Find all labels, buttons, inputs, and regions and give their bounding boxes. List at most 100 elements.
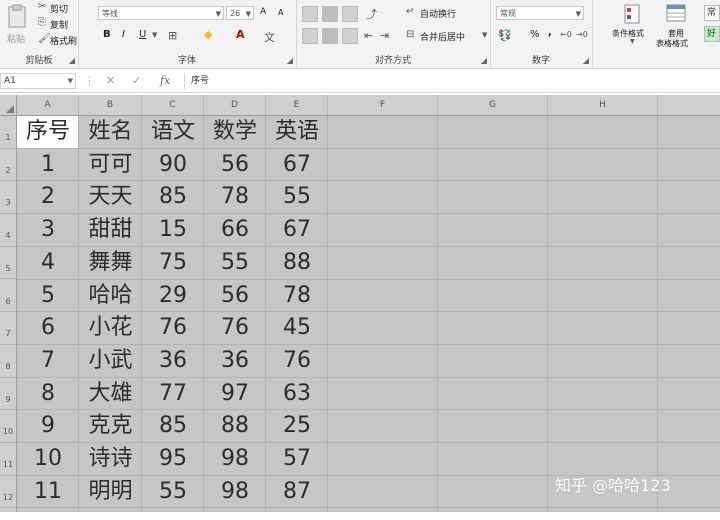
- table-cell[interactable]: 67: [266, 214, 328, 247]
- phonetic-icon[interactable]: 文: [264, 29, 275, 45]
- table-cell[interactable]: 77: [142, 378, 204, 411]
- font-color-icon[interactable]: A: [236, 28, 245, 41]
- table-cell[interactable]: 诗诗: [79, 443, 142, 476]
- table-cell[interactable]: 11: [17, 476, 79, 509]
- cell-grid[interactable]: 序号 姓名 语文 数学 英语 1 可可 90 56 67 2 天天 85 78 55 3 甜甜 15 66 67 4 舞舞…: [17, 116, 720, 512]
- alignment-launcher-icon[interactable]: ◢: [481, 56, 487, 65]
- table-cell[interactable]: 95: [142, 443, 204, 476]
- number-format-combo[interactable]: 常规 ▼: [496, 6, 584, 20]
- row-header-4[interactable]: 4: [0, 214, 16, 247]
- table-cell[interactable]: 88: [204, 410, 266, 443]
- table-cell[interactable]: 56: [204, 149, 266, 182]
- font-size-combo[interactable]: 26 ▼: [226, 6, 254, 20]
- table-cell[interactable]: 甜甜: [79, 214, 142, 247]
- table-cell[interactable]: 舞舞: [79, 247, 142, 280]
- table-cell[interactable]: 45: [266, 312, 328, 345]
- row-header-6[interactable]: 6: [0, 280, 16, 313]
- table-cell[interactable]: 97: [204, 378, 266, 411]
- enter-icon[interactable]: ✓: [132, 74, 141, 87]
- table-cell[interactable]: 2: [17, 181, 79, 214]
- column-header-d[interactable]: D: [204, 95, 266, 115]
- row-header-11[interactable]: 11: [0, 443, 16, 476]
- header-cell[interactable]: 姓名: [79, 116, 142, 149]
- table-cell[interactable]: 63: [266, 378, 328, 411]
- grow-font-button[interactable]: A: [260, 7, 266, 17]
- header-cell[interactable]: 英语: [266, 116, 328, 149]
- wrap-text-button[interactable]: ↵ 自动换行: [406, 6, 486, 20]
- percent-style-button[interactable]: %: [530, 29, 540, 40]
- table-cell[interactable]: 76: [266, 345, 328, 378]
- table-cell[interactable]: 8: [17, 378, 79, 411]
- shrink-font-button[interactable]: A: [278, 8, 283, 17]
- row-header-1[interactable]: 1: [0, 116, 16, 149]
- column-header-c[interactable]: C: [142, 95, 204, 115]
- table-cell[interactable]: 55: [142, 476, 204, 509]
- select-all-button[interactable]: [0, 95, 17, 115]
- align-left-icon[interactable]: [302, 28, 318, 44]
- table-cell[interactable]: 4: [17, 247, 79, 280]
- bold-button[interactable]: B: [103, 29, 111, 40]
- table-cell[interactable]: 6: [17, 312, 79, 345]
- table-cell[interactable]: 大雄: [79, 378, 142, 411]
- align-center-icon[interactable]: [322, 28, 338, 44]
- table-cell[interactable]: 78: [266, 280, 328, 313]
- format-painter-button[interactable]: 🖌 格式刷: [38, 33, 78, 47]
- table-cell[interactable]: 67: [266, 149, 328, 182]
- table-cell[interactable]: 36: [142, 345, 204, 378]
- table-cell[interactable]: 克克: [79, 410, 142, 443]
- column-header-h[interactable]: H: [548, 95, 658, 115]
- row-header-5[interactable]: 5: [0, 247, 16, 280]
- table-cell[interactable]: 85: [142, 181, 204, 214]
- column-header-b[interactable]: B: [79, 95, 142, 115]
- table-cell[interactable]: 29: [142, 280, 204, 313]
- table-cell[interactable]: 90: [142, 149, 204, 182]
- row-header-9[interactable]: 9: [0, 378, 16, 411]
- table-cell[interactable]: 36: [204, 345, 266, 378]
- table-cell[interactable]: 9: [17, 410, 79, 443]
- format-as-table-button[interactable]: 套用 表格格式: [654, 4, 696, 52]
- underline-button[interactable]: U: [139, 29, 146, 40]
- table-cell[interactable]: 85: [142, 410, 204, 443]
- table-cell[interactable]: 75: [142, 247, 204, 280]
- row-header-12[interactable]: 12: [0, 476, 16, 509]
- table-cell[interactable]: 78: [204, 181, 266, 214]
- increase-indent-icon[interactable]: ⇥: [380, 29, 389, 42]
- header-cell[interactable]: 语文: [142, 116, 204, 149]
- decrease-indent-icon[interactable]: ⇤: [364, 29, 373, 42]
- comma-style-button[interactable]: ,: [548, 27, 552, 38]
- table-cell[interactable]: 25: [266, 410, 328, 443]
- table-cell[interactable]: 小武: [79, 345, 142, 378]
- style-good-preview[interactable]: 好: [704, 26, 720, 42]
- table-cell[interactable]: 10: [17, 443, 79, 476]
- copy-button[interactable]: ⎘ 复制: [38, 17, 76, 31]
- insert-function-icon[interactable]: fx: [160, 74, 170, 87]
- border-icon[interactable]: ⊞: [168, 29, 177, 42]
- align-bottom-icon[interactable]: [342, 6, 358, 22]
- table-cell[interactable]: 5: [17, 280, 79, 313]
- table-cell[interactable]: 55: [266, 181, 328, 214]
- italic-button[interactable]: I: [122, 29, 125, 40]
- row-header-7[interactable]: 7: [0, 312, 16, 345]
- table-cell[interactable]: 1: [17, 149, 79, 182]
- fill-color-icon[interactable]: ◆: [204, 28, 212, 41]
- table-cell[interactable]: 56: [204, 280, 266, 313]
- table-cell[interactable]: 57: [266, 443, 328, 476]
- accounting-format-icon[interactable]: 💱: [498, 29, 512, 42]
- conditional-format-button[interactable]: 条件格式 ▼: [612, 4, 656, 48]
- decrease-decimal-icon[interactable]: →0: [576, 30, 588, 39]
- row-header-2[interactable]: 2: [0, 149, 16, 182]
- clipboard-launcher-icon[interactable]: ◢: [69, 56, 75, 65]
- name-box[interactable]: A1 ▼: [0, 73, 76, 89]
- table-cell[interactable]: 88: [266, 247, 328, 280]
- font-name-combo[interactable]: 等线 ▼: [98, 6, 224, 20]
- align-right-icon[interactable]: [342, 28, 358, 44]
- table-cell[interactable]: 哈哈: [79, 280, 142, 313]
- merge-center-button[interactable]: ⊟ 合并后居中 ▼: [406, 29, 490, 43]
- align-middle-icon[interactable]: [322, 6, 338, 22]
- table-cell[interactable]: 天天: [79, 181, 142, 214]
- header-cell[interactable]: 数学: [204, 116, 266, 149]
- align-top-icon[interactable]: [302, 6, 318, 22]
- column-header-a[interactable]: A: [17, 95, 79, 115]
- style-normal-preview[interactable]: 常: [704, 5, 720, 21]
- formula-input[interactable]: 序号: [184, 73, 720, 89]
